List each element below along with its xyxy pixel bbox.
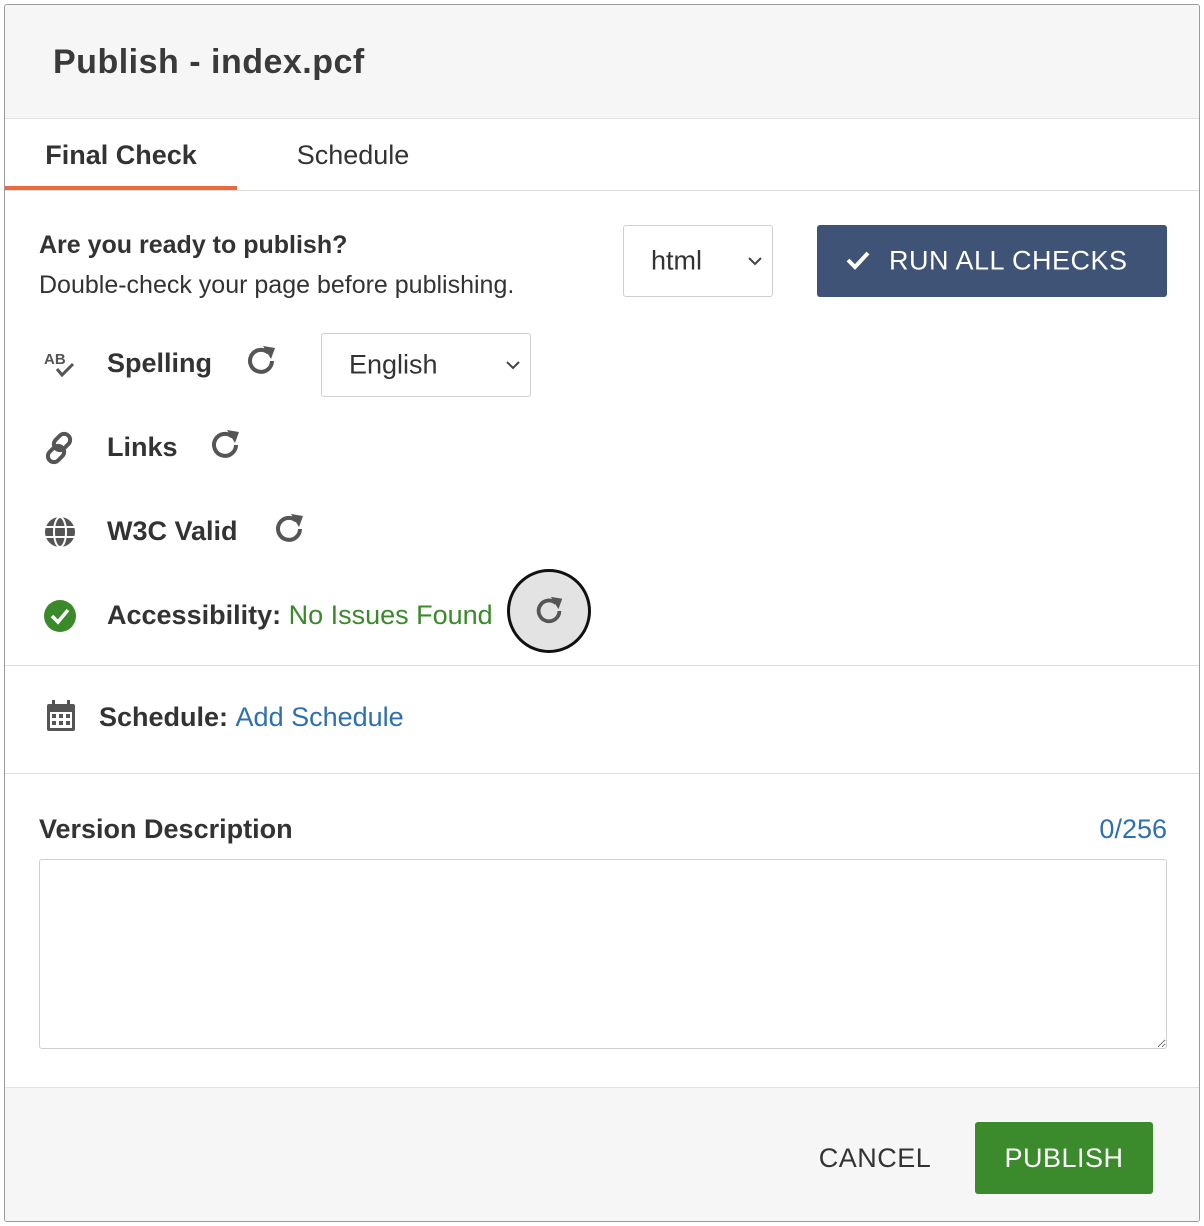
format-select-value: html [651,245,703,276]
refresh-spelling-icon[interactable] [243,343,279,379]
ready-heading: Are you ready to publish? [39,231,348,259]
spellcheck-icon: AB [44,351,75,378]
language-select-value: English [349,349,438,380]
w3c-label: W3C Valid [107,516,238,546]
publish-dialog: Publish - index.pcf Final Check Schedule… [4,4,1200,1222]
dialog-footer: CANCEL PUBLISH [5,1087,1199,1221]
format-select[interactable]: html [623,225,773,297]
tab-final-check[interactable]: Final Check [5,118,237,190]
version-description-label: Version Description [39,814,293,844]
accessibility-label-text: Accessibility: [107,600,282,630]
language-select[interactable]: English [321,333,531,397]
schedule-row: Schedule: Add Schedule [99,702,404,733]
accessibility-status: No Issues Found [288,600,493,630]
divider [5,665,1199,666]
tab-bar: Final Check Schedule [5,118,1199,191]
refresh-links-icon[interactable] [207,427,243,463]
publish-button[interactable]: PUBLISH [975,1122,1153,1194]
dialog-title: Publish - index.pcf [53,43,365,81]
refresh-accessibility-button[interactable] [507,569,591,653]
version-char-count: 0/256 [1099,814,1167,844]
spelling-label: Spelling [107,348,213,378]
check-circle-icon [44,600,76,632]
checkmark-icon [846,251,870,270]
schedule-label: Schedule: [99,702,229,732]
cancel-button[interactable]: CANCEL [805,1122,945,1194]
version-description-input[interactable] [39,859,1167,1049]
run-all-checks-button[interactable]: RUN ALL CHECKS [817,225,1167,297]
accessibility-label: Accessibility: No Issues Found [107,600,493,631]
tab-schedule[interactable]: Schedule [253,118,453,190]
svg-text:AB: AB [44,351,66,368]
divider [5,773,1199,774]
links-label: Links [107,432,178,462]
ready-subtitle: Double-check your page before publishing… [39,271,515,299]
refresh-icon [536,596,563,624]
chevron-down-icon [506,361,520,370]
dialog-header: Publish - index.pcf [5,5,1199,119]
calendar-icon [47,700,75,731]
globe-icon [45,516,75,548]
chevron-down-icon [748,257,762,266]
add-schedule-link[interactable]: Add Schedule [236,702,404,732]
link-icon [45,431,73,465]
refresh-w3c-icon[interactable] [271,511,307,547]
run-all-checks-label: RUN ALL CHECKS [889,245,1128,276]
